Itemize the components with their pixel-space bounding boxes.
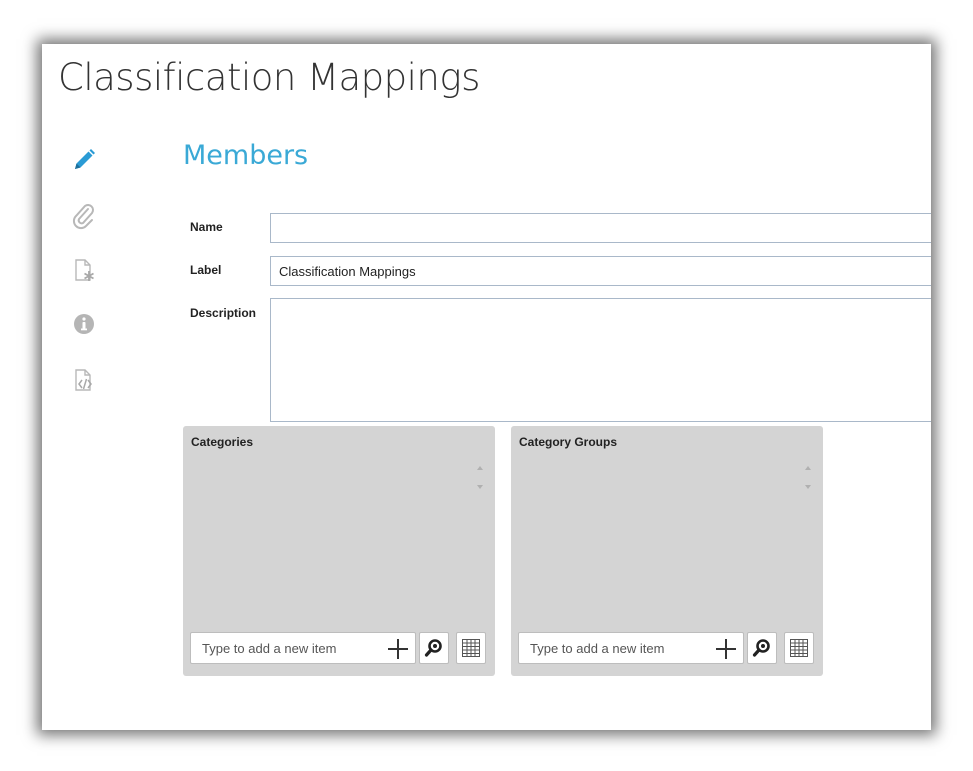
name-label: Name (190, 220, 223, 234)
magnifier-icon (424, 639, 442, 657)
main-window: Classification Mappings Members Name Lab… (42, 44, 931, 730)
category-groups-grid-button[interactable] (784, 632, 814, 664)
page-title: Classification Mappings (58, 56, 480, 99)
category-groups-add-input[interactable] (520, 634, 708, 662)
description-label: Description (190, 306, 257, 320)
categories-add-input[interactable] (192, 634, 380, 662)
section-title: Members (183, 140, 309, 171)
scroll-up-icon[interactable] (477, 466, 483, 470)
document-code-icon[interactable] (70, 366, 98, 394)
categories-grid-button[interactable] (456, 632, 486, 664)
scroll-down-icon[interactable] (477, 485, 483, 489)
categories-add-box (190, 632, 416, 664)
label-input[interactable] (270, 256, 931, 286)
name-input[interactable] (270, 213, 931, 243)
categories-add-plus-icon[interactable] (387, 637, 409, 659)
category-groups-title: Category Groups (519, 435, 618, 449)
description-textarea[interactable] (270, 298, 931, 422)
paperclip-icon[interactable] (70, 202, 98, 230)
scroll-up-icon[interactable] (805, 466, 811, 470)
grid-icon (790, 639, 808, 657)
label-label: Label (190, 263, 222, 277)
info-icon[interactable] (70, 310, 98, 338)
document-asterisk-icon[interactable] (70, 256, 98, 284)
categories-panel: Categories (183, 426, 495, 676)
category-groups-add-box (518, 632, 744, 664)
grid-icon (462, 639, 480, 657)
category-groups-add-plus-icon[interactable] (715, 637, 737, 659)
pencil-icon[interactable] (70, 146, 98, 174)
categories-search-button[interactable] (419, 632, 449, 664)
categories-title: Categories (191, 435, 254, 449)
category-groups-panel: Category Groups (511, 426, 823, 676)
scroll-down-icon[interactable] (805, 485, 811, 489)
magnifier-icon (752, 639, 770, 657)
category-groups-search-button[interactable] (747, 632, 777, 664)
